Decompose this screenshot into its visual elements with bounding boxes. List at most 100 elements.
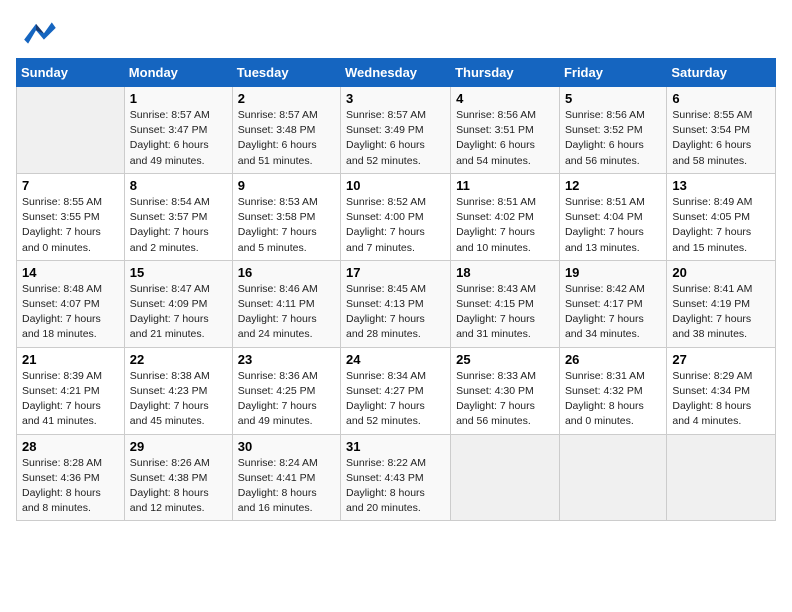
- column-header-sunday: Sunday: [17, 59, 125, 87]
- day-content: Sunrise: 8:57 AM Sunset: 3:47 PM Dayligh…: [130, 108, 227, 169]
- day-content: Sunrise: 8:38 AM Sunset: 4:23 PM Dayligh…: [130, 369, 227, 430]
- calendar-cell: 1Sunrise: 8:57 AM Sunset: 3:47 PM Daylig…: [124, 87, 232, 174]
- day-number: 29: [130, 439, 227, 454]
- calendar-table: SundayMondayTuesdayWednesdayThursdayFrid…: [16, 58, 776, 521]
- calendar-cell: 2 Sunrise: 8:57 AM Sunset: 3:48 PM Daylig…: [232, 87, 340, 174]
- day-content: Sunrise: 8:24 AM Sunset: 4:41 PM Dayligh…: [238, 456, 335, 517]
- calendar-cell: 19 Sunrise: 8:42 AM Sunset: 4:17 PM Dayli…: [559, 260, 666, 347]
- calendar-cell: 11 Sunrise: 8:51 AM Sunset: 4:02 PM Dayli…: [451, 173, 560, 260]
- day-number: 17: [346, 265, 445, 280]
- calendar-cell: 16 Sunrise: 8:46 AM Sunset: 4:11 PM Dayli…: [232, 260, 340, 347]
- calendar-cell: 6 Sunrise: 8:55 AM Sunset: 3:54 PM Daylig…: [667, 87, 776, 174]
- day-number: 8: [130, 178, 227, 193]
- week-row-3: 14Sunrise: 8:48 AM Sunset: 4:07 PM Dayli…: [17, 260, 776, 347]
- day-number: 15: [130, 265, 227, 280]
- day-content: Sunrise: 8:46 AM Sunset: 4:11 PM Dayligh…: [238, 282, 335, 343]
- week-row-2: 7 Sunrise: 8:55 AM Sunset: 3:55 PM Daylig…: [17, 173, 776, 260]
- day-content: Sunrise: 8:42 AM Sunset: 4:17 PM Dayligh…: [565, 282, 661, 343]
- day-content: Sunrise: 8:56 AM Sunset: 3:52 PM Dayligh…: [565, 108, 661, 169]
- day-content: Sunrise: 8:55 AM Sunset: 3:55 PM Dayligh…: [22, 195, 119, 256]
- day-content: Sunrise: 8:43 AM Sunset: 4:15 PM Dayligh…: [456, 282, 554, 343]
- calendar-cell: 17 Sunrise: 8:45 AM Sunset: 4:13 PM Dayli…: [341, 260, 451, 347]
- calendar-cell: 10 Sunrise: 8:52 AM Sunset: 4:00 PM Dayli…: [341, 173, 451, 260]
- day-number: 25: [456, 352, 554, 367]
- day-number: 3: [346, 91, 445, 106]
- day-content: Sunrise: 8:48 AM Sunset: 4:07 PM Dayligh…: [22, 282, 119, 343]
- day-content: Sunrise: 8:49 AM Sunset: 4:05 PM Dayligh…: [672, 195, 770, 256]
- day-number: 21: [22, 352, 119, 367]
- calendar-cell: 28Sunrise: 8:28 AM Sunset: 4:36 PM Dayli…: [17, 434, 125, 521]
- day-content: Sunrise: 8:34 AM Sunset: 4:27 PM Dayligh…: [346, 369, 445, 430]
- day-content: Sunrise: 8:47 AM Sunset: 4:09 PM Dayligh…: [130, 282, 227, 343]
- column-header-monday: Monday: [124, 59, 232, 87]
- calendar-cell: [559, 434, 666, 521]
- day-content: Sunrise: 8:54 AM Sunset: 3:57 PM Dayligh…: [130, 195, 227, 256]
- day-content: Sunrise: 8:51 AM Sunset: 4:04 PM Dayligh…: [565, 195, 661, 256]
- day-content: Sunrise: 8:31 AM Sunset: 4:32 PM Dayligh…: [565, 369, 661, 430]
- day-number: 19: [565, 265, 661, 280]
- calendar-cell: 7 Sunrise: 8:55 AM Sunset: 3:55 PM Daylig…: [17, 173, 125, 260]
- day-number: 6: [672, 91, 770, 106]
- day-number: 4: [456, 91, 554, 106]
- day-content: Sunrise: 8:41 AM Sunset: 4:19 PM Dayligh…: [672, 282, 770, 343]
- column-header-friday: Friday: [559, 59, 666, 87]
- day-number: 10: [346, 178, 445, 193]
- calendar-cell: 9 Sunrise: 8:53 AM Sunset: 3:58 PM Daylig…: [232, 173, 340, 260]
- logo: [16, 16, 58, 46]
- day-content: Sunrise: 8:51 AM Sunset: 4:02 PM Dayligh…: [456, 195, 554, 256]
- day-number: 12: [565, 178, 661, 193]
- day-number: 18: [456, 265, 554, 280]
- calendar-cell: 5Sunrise: 8:56 AM Sunset: 3:52 PM Daylig…: [559, 87, 666, 174]
- day-content: Sunrise: 8:26 AM Sunset: 4:38 PM Dayligh…: [130, 456, 227, 517]
- calendar-cell: 8 Sunrise: 8:54 AM Sunset: 3:57 PM Daylig…: [124, 173, 232, 260]
- calendar-cell: 3 Sunrise: 8:57 AM Sunset: 3:49 PM Daylig…: [341, 87, 451, 174]
- week-row-5: 28Sunrise: 8:28 AM Sunset: 4:36 PM Dayli…: [17, 434, 776, 521]
- calendar-cell: 22 Sunrise: 8:38 AM Sunset: 4:23 PM Dayli…: [124, 347, 232, 434]
- calendar-cell: 20 Sunrise: 8:41 AM Sunset: 4:19 PM Dayli…: [667, 260, 776, 347]
- calendar-cell: [451, 434, 560, 521]
- column-header-saturday: Saturday: [667, 59, 776, 87]
- day-number: 11: [456, 178, 554, 193]
- day-number: 9: [238, 178, 335, 193]
- column-header-tuesday: Tuesday: [232, 59, 340, 87]
- calendar-cell: 27 Sunrise: 8:29 AM Sunset: 4:34 PM Dayli…: [667, 347, 776, 434]
- calendar-cell: 29 Sunrise: 8:26 AM Sunset: 4:38 PM Dayli…: [124, 434, 232, 521]
- day-number: 2: [238, 91, 335, 106]
- day-content: Sunrise: 8:29 AM Sunset: 4:34 PM Dayligh…: [672, 369, 770, 430]
- day-number: 30: [238, 439, 335, 454]
- column-header-wednesday: Wednesday: [341, 59, 451, 87]
- day-number: 27: [672, 352, 770, 367]
- day-content: Sunrise: 8:57 AM Sunset: 3:48 PM Dayligh…: [238, 108, 335, 169]
- calendar-cell: 23 Sunrise: 8:36 AM Sunset: 4:25 PM Dayli…: [232, 347, 340, 434]
- calendar-cell: 24 Sunrise: 8:34 AM Sunset: 4:27 PM Dayli…: [341, 347, 451, 434]
- calendar-cell: [17, 87, 125, 174]
- calendar-cell: 31 Sunrise: 8:22 AM Sunset: 4:43 PM Dayli…: [341, 434, 451, 521]
- day-number: 13: [672, 178, 770, 193]
- day-content: Sunrise: 8:33 AM Sunset: 4:30 PM Dayligh…: [456, 369, 554, 430]
- day-number: 22: [130, 352, 227, 367]
- day-number: 26: [565, 352, 661, 367]
- calendar-cell: 12 Sunrise: 8:51 AM Sunset: 4:04 PM Dayli…: [559, 173, 666, 260]
- day-content: Sunrise: 8:39 AM Sunset: 4:21 PM Dayligh…: [22, 369, 119, 430]
- day-number: 31: [346, 439, 445, 454]
- page-header: [16, 16, 776, 46]
- day-content: Sunrise: 8:28 AM Sunset: 4:36 PM Dayligh…: [22, 456, 119, 517]
- day-number: 16: [238, 265, 335, 280]
- day-content: Sunrise: 8:53 AM Sunset: 3:58 PM Dayligh…: [238, 195, 335, 256]
- day-number: 23: [238, 352, 335, 367]
- day-content: Sunrise: 8:52 AM Sunset: 4:00 PM Dayligh…: [346, 195, 445, 256]
- day-content: Sunrise: 8:36 AM Sunset: 4:25 PM Dayligh…: [238, 369, 335, 430]
- day-number: 24: [346, 352, 445, 367]
- day-number: 20: [672, 265, 770, 280]
- day-content: Sunrise: 8:45 AM Sunset: 4:13 PM Dayligh…: [346, 282, 445, 343]
- logo-icon: [16, 16, 56, 46]
- day-number: 7: [22, 178, 119, 193]
- calendar-cell: [667, 434, 776, 521]
- day-content: Sunrise: 8:55 AM Sunset: 3:54 PM Dayligh…: [672, 108, 770, 169]
- column-headers: SundayMondayTuesdayWednesdayThursdayFrid…: [17, 59, 776, 87]
- day-content: Sunrise: 8:22 AM Sunset: 4:43 PM Dayligh…: [346, 456, 445, 517]
- day-content: Sunrise: 8:57 AM Sunset: 3:49 PM Dayligh…: [346, 108, 445, 169]
- calendar-cell: 15 Sunrise: 8:47 AM Sunset: 4:09 PM Dayli…: [124, 260, 232, 347]
- calendar-cell: 26 Sunrise: 8:31 AM Sunset: 4:32 PM Dayli…: [559, 347, 666, 434]
- week-row-4: 21 Sunrise: 8:39 AM Sunset: 4:21 PM Dayli…: [17, 347, 776, 434]
